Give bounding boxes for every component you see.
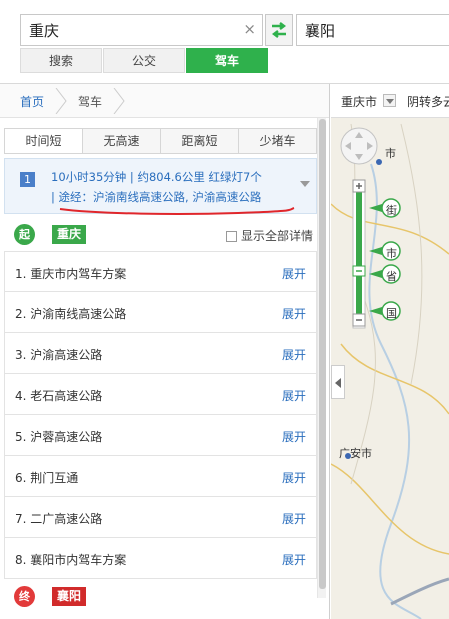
expand-link[interactable]: 展开 xyxy=(282,387,306,404)
breadcrumb-home[interactable]: 首页 xyxy=(20,93,44,110)
map-view[interactable]: 重庆市 阴转多云 市 广安市 街 市 省 国 xyxy=(331,84,449,619)
step-label: 4. 老石高速公路 xyxy=(15,389,103,403)
breadcrumb-current: 驾车 xyxy=(78,95,103,109)
plan-via: | 途经：沪渝南线高速公路, 沪渝高速公路 xyxy=(51,190,262,204)
expand-link[interactable]: 展开 xyxy=(282,346,306,363)
swap-arrows-icon xyxy=(272,22,286,38)
show-all-details-label: 显示全部详情 xyxy=(240,229,313,243)
destination-field[interactable] xyxy=(296,14,449,46)
plan-summary: 10小时35分钟 | 约804.6公里 红绿灯7个 xyxy=(51,170,262,184)
tab-shortest[interactable]: 距离短 xyxy=(161,129,239,153)
origin-field[interactable]: × xyxy=(20,14,263,46)
destination-input[interactable] xyxy=(305,21,449,39)
clear-icon[interactable]: × xyxy=(243,20,256,38)
list-item: 6. 荆门互通 展开 xyxy=(4,456,317,497)
start-name: 重庆 xyxy=(52,225,87,244)
scrollbar-thumb[interactable] xyxy=(319,119,326,589)
origin-input[interactable] xyxy=(29,21,229,39)
step-label: 3. 沪渝高速公路 xyxy=(15,348,103,362)
chevron-down-icon[interactable] xyxy=(300,181,310,187)
mode-tabs: 搜索 公交 驾车 xyxy=(20,48,269,73)
tab-no-highway[interactable]: 无高速 xyxy=(83,129,161,153)
start-point: 起 重庆 显示全部详情 xyxy=(4,222,317,248)
zoom-country-label[interactable]: 国 xyxy=(386,305,397,321)
tab-transit[interactable]: 公交 xyxy=(103,48,185,73)
step-label: 8. 襄阳市内驾车方案 xyxy=(15,553,127,567)
expand-link[interactable]: 展开 xyxy=(282,469,306,486)
list-item: 5. 沪蓉高速公路 展开 xyxy=(4,415,317,456)
list-item: 3. 沪渝高速公路 展开 xyxy=(4,333,317,374)
scrollbar[interactable] xyxy=(317,118,326,598)
zoom-control[interactable] xyxy=(339,124,449,334)
city-dropdown-icon[interactable] xyxy=(383,94,396,107)
plan-number: 1 xyxy=(20,172,35,187)
weather-text: 阴转多云 xyxy=(407,95,449,109)
step-label: 7. 二广高速公路 xyxy=(15,512,103,526)
list-item: 2. 沪渝南线高速公路 展开 xyxy=(4,292,317,333)
list-item: 7. 二广高速公路 展开 xyxy=(4,497,317,538)
end-marker-icon: 终 xyxy=(14,586,35,607)
list-item: 8. 襄阳市内驾车方案 展开 xyxy=(4,538,317,579)
zoom-province-label[interactable]: 省 xyxy=(386,268,397,284)
show-all-details-toggle[interactable]: 显示全部详情 xyxy=(225,227,313,244)
search-header: × 搜索 公交 驾车 xyxy=(0,0,449,84)
list-item: 4. 老石高速公路 展开 xyxy=(4,374,317,415)
chevron-right-icon xyxy=(113,88,125,114)
tab-fastest[interactable]: 时间短 xyxy=(5,129,83,153)
current-city[interactable]: 重庆市 xyxy=(341,93,377,110)
end-point: 终 襄阳 xyxy=(4,584,317,610)
route-panel: 首页 驾车 时间短 无高速 距离短 少堵车 1 10小时35分钟 | 约804.… xyxy=(0,84,330,619)
step-label: 1. 重庆市内驾车方案 xyxy=(15,267,127,281)
collapse-panel-button[interactable] xyxy=(331,365,345,399)
map-city-label: 广安市 xyxy=(339,447,372,460)
hand-drawn-underline xyxy=(59,207,295,215)
zoom-street-label[interactable]: 街 xyxy=(386,202,397,218)
expand-link[interactable]: 展开 xyxy=(282,265,306,282)
route-steps: 1. 重庆市内驾车方案 展开 2. 沪渝南线高速公路 展开 3. 沪渝高速公路 展开 … xyxy=(4,251,317,579)
plan-tabs: 时间短 无高速 距离短 少堵车 xyxy=(4,128,317,154)
step-label: 5. 沪蓉高速公路 xyxy=(15,430,103,444)
step-label: 2. 沪渝南线高速公路 xyxy=(15,307,127,321)
expand-link[interactable]: 展开 xyxy=(282,510,306,527)
swap-button[interactable] xyxy=(265,14,293,46)
expand-link[interactable]: 展开 xyxy=(282,305,306,322)
map-toolbar: 重庆市 阴转多云 xyxy=(331,84,449,118)
start-marker-icon: 起 xyxy=(14,224,35,245)
expand-link[interactable]: 展开 xyxy=(282,551,306,568)
list-item: 1. 重庆市内驾车方案 展开 xyxy=(4,251,317,292)
tab-search[interactable]: 搜索 xyxy=(20,48,102,73)
step-label: 6. 荆门互通 xyxy=(15,471,79,485)
end-name: 襄阳 xyxy=(52,587,87,606)
expand-link[interactable]: 展开 xyxy=(282,428,306,445)
chevron-right-icon xyxy=(55,88,67,114)
breadcrumb: 首页 驾车 xyxy=(0,84,329,118)
tab-less-traffic[interactable]: 少堵车 xyxy=(239,129,316,153)
checkbox[interactable] xyxy=(225,231,237,242)
tab-drive[interactable]: 驾车 xyxy=(186,48,268,73)
zoom-city-label[interactable]: 市 xyxy=(386,245,397,261)
